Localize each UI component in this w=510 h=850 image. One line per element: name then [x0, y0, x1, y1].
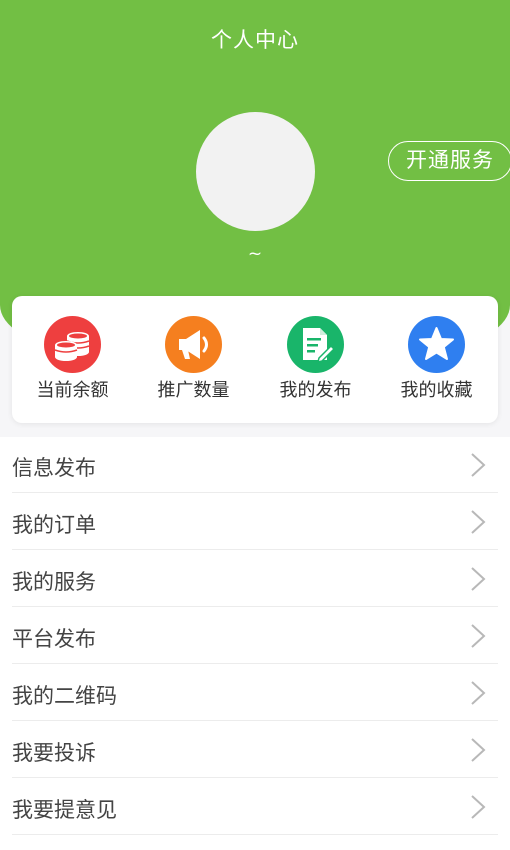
menu-item-info-publish[interactable]: 信息发布 — [12, 437, 498, 493]
menu-item-label: 平台发布 — [12, 627, 96, 651]
chevron-right-icon — [471, 738, 486, 762]
username: ~ — [247, 244, 263, 264]
menu-item-label: 我的二维码 — [12, 684, 117, 708]
menu-item-label: 我的订单 — [12, 513, 96, 537]
profile-header: 个人中心 开通服务 ~ — [0, 0, 510, 345]
document-edit-icon — [287, 316, 344, 373]
quick-action-label: 推广数量 — [157, 380, 230, 401]
chevron-right-icon — [471, 624, 486, 648]
menu-item-my-orders[interactable]: 我的订单 — [12, 494, 498, 550]
menu-item-label: 我的服务 — [12, 570, 96, 594]
chevron-right-icon — [471, 510, 486, 534]
quick-action-balance[interactable]: 当前余额 — [12, 296, 133, 423]
menu-item-label: 我要投诉 — [12, 741, 96, 765]
menu-item-label: 信息发布 — [12, 456, 96, 480]
coins-icon — [44, 316, 101, 373]
open-service-button[interactable]: 开通服务 — [388, 141, 510, 181]
menu-item-platform-publish[interactable]: 平台发布 — [12, 608, 498, 664]
chevron-right-icon — [471, 453, 486, 477]
quick-action-my-posts[interactable]: 我的发布 — [255, 296, 376, 423]
menu-item-my-qrcode[interactable]: 我的二维码 — [12, 665, 498, 721]
menu-item-feedback[interactable]: 我要提意见 — [12, 779, 498, 835]
chevron-right-icon — [471, 681, 486, 705]
quick-action-label: 我的发布 — [279, 380, 352, 401]
quick-action-label: 我的收藏 — [400, 380, 473, 401]
chevron-right-icon — [471, 567, 486, 591]
quick-actions-panel: 当前余额 推广数量 我的发布 我的收藏 — [12, 296, 498, 423]
star-icon — [408, 316, 465, 373]
quick-action-favorites[interactable]: 我的收藏 — [376, 296, 497, 423]
avatar[interactable] — [196, 112, 315, 231]
quick-action-promotion[interactable]: 推广数量 — [133, 296, 254, 423]
menu-list: 信息发布 我的订单 我的服务 平台发布 我的二维码 我要投诉 我要提意见 — [0, 437, 510, 850]
menu-item-label: 我要提意见 — [12, 798, 117, 822]
chevron-right-icon — [471, 795, 486, 819]
megaphone-icon — [165, 316, 222, 373]
menu-item-my-services[interactable]: 我的服务 — [12, 551, 498, 607]
page-title: 个人中心 — [211, 28, 299, 52]
quick-action-label: 当前余额 — [36, 380, 109, 401]
menu-item-complaint[interactable]: 我要投诉 — [12, 722, 498, 778]
